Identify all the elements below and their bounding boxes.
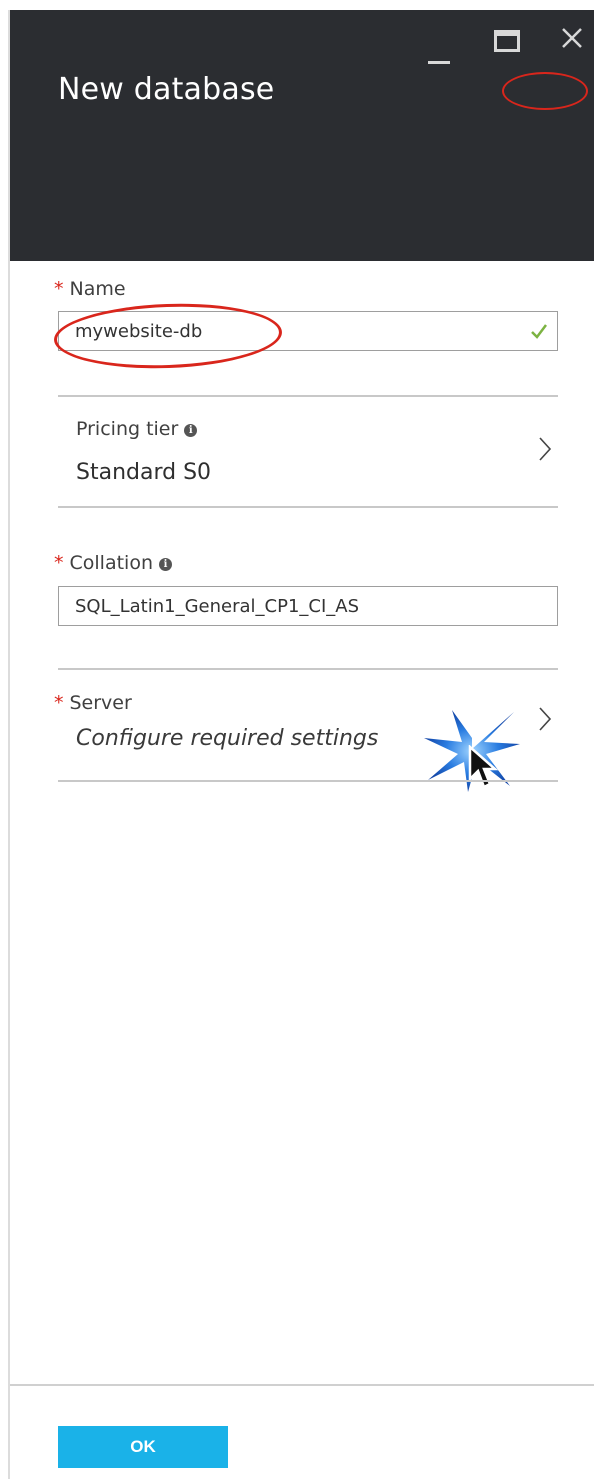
info-icon: i (184, 424, 198, 437)
minimize-icon[interactable] (428, 40, 450, 64)
new-database-blade: New database * Name mywebsite-db Pricing … (8, 10, 594, 1479)
cursor-icon (468, 745, 499, 789)
collation-input-value: SQL_Latin1_General_CP1_CI_AS (75, 596, 360, 617)
blade-title: New database (58, 72, 275, 107)
check-icon (529, 321, 549, 345)
close-icon[interactable] (558, 24, 586, 52)
pricing-tier-label: Pricing tier i (76, 418, 198, 440)
divider (58, 395, 558, 397)
chevron-right-icon (538, 436, 552, 466)
required-asterisk: * (54, 552, 64, 574)
divider (58, 668, 558, 670)
divider (58, 780, 558, 782)
pricing-tier-value: Standard S0 (76, 460, 212, 485)
server-value: Configure required settings (76, 726, 379, 751)
name-label: * Name (54, 278, 126, 300)
server-label: * Server (54, 692, 132, 714)
collation-label: * Collation i (54, 552, 172, 574)
chevron-right-icon (538, 706, 552, 736)
ok-button[interactable]: OK (58, 1426, 228, 1468)
info-icon: i (159, 558, 172, 571)
collation-input[interactable]: SQL_Latin1_General_CP1_CI_AS (58, 586, 558, 626)
required-asterisk: * (54, 278, 64, 300)
required-asterisk: * (54, 692, 64, 714)
footer-divider (10, 1384, 594, 1386)
annotation-ellipse-header (502, 72, 588, 110)
divider (58, 506, 558, 508)
blade-header: New database (10, 10, 594, 261)
maximize-icon[interactable] (494, 30, 520, 52)
